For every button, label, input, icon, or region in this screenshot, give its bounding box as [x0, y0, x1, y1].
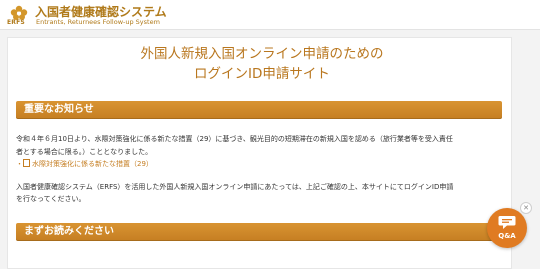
measures-link[interactable]: 水際対策強化に係る新たな措置（29） [32, 160, 153, 168]
notice-line1: 令和４年６月10日より、水際対策強化に係る新たな措置（29）に基づき、観光目的の… [16, 135, 453, 143]
notice-link-row[interactable]: ・ 水際対策強化に係る新たな措置（29） [16, 158, 506, 171]
bullet-icon: ・ [16, 160, 23, 168]
chat-bubble-icon [498, 215, 516, 230]
site-subtitle: Entrants, Returnees Follow-up System [36, 18, 160, 26]
page-title: 外国人新規入国オンライン申請のための ログインID申請サイト [0, 44, 524, 84]
read-first-heading: まずお読みください [16, 223, 502, 241]
read-first-heading-label: まずお読みください [24, 226, 114, 237]
notice-line2: 者とする場合に限る。）こととなりました。 [16, 147, 153, 156]
notice-body: 令和４年６月10日より、水際対策強化に係る新たな措置（29）に基づき、観光目的の… [16, 133, 506, 171]
site-header: ERFS 入国者健康確認システム Entrants, Returnees Fol… [0, 0, 540, 30]
application-note-line1: 入国者健康確認システム（ERFS）を活用した外国人新規入国オンライン申請にあたっ… [16, 183, 454, 191]
qa-label: Q&A [498, 232, 516, 240]
header-divider [0, 29, 540, 30]
qa-close-icon[interactable]: ✕ [520, 202, 532, 214]
document-icon [23, 159, 30, 167]
page-title-line1: 外国人新規入国オンライン申請のための [140, 46, 384, 62]
application-note-line2: を行なってください。 [16, 195, 86, 203]
important-notice-heading: 重要なお知らせ [16, 101, 502, 119]
application-note: 入国者健康確認システム（ERFS）を活用した外国人新規入国オンライン申請にあたっ… [16, 181, 453, 205]
logo-abbr: ERFS [7, 19, 25, 26]
important-notice-heading-label: 重要なお知らせ [24, 104, 94, 115]
qa-chat-button[interactable]: Q&A [487, 208, 527, 248]
page-title-line2: ログインID申請サイト [194, 66, 330, 82]
